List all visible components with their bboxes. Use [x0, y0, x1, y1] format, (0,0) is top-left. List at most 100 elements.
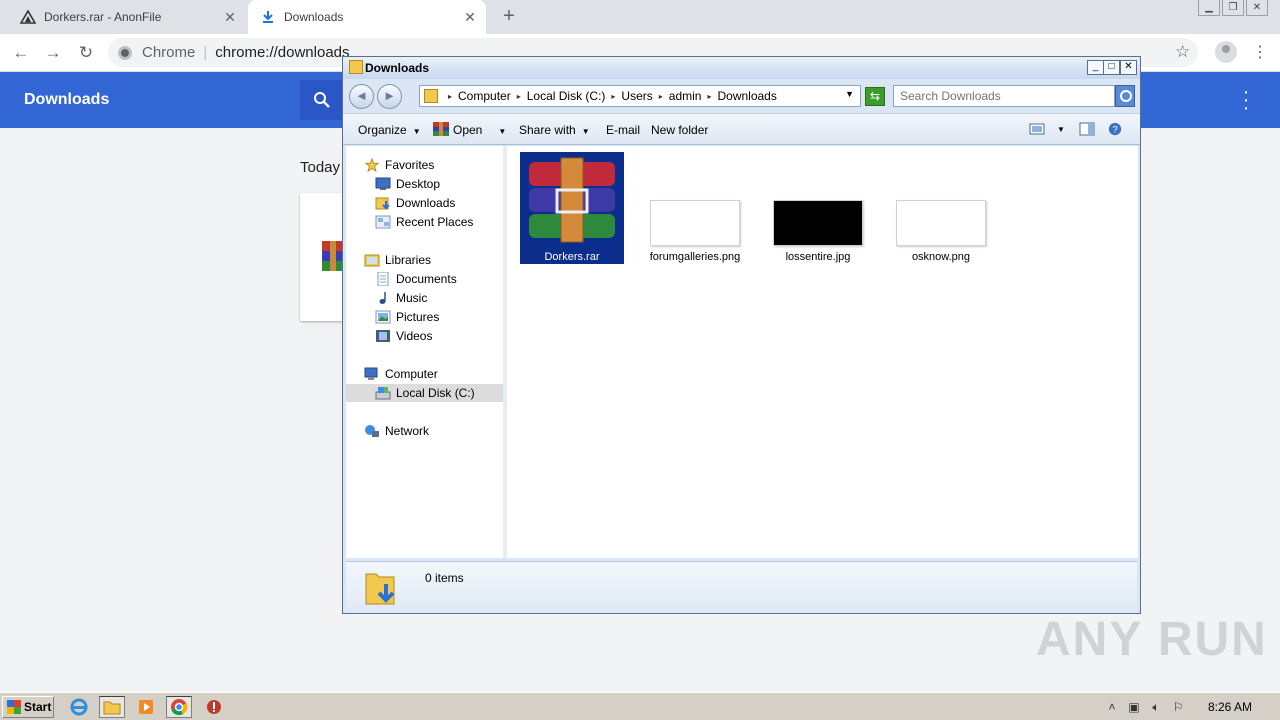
window-title: Downloads: [365, 61, 430, 75]
browser-window-controls: ▁ ❐ ✕: [1198, 0, 1268, 16]
back-arrow-icon[interactable]: ←: [10, 42, 32, 64]
restore-icon[interactable]: ❐: [1222, 0, 1244, 16]
breadcrumb-item[interactable]: Users: [621, 89, 652, 103]
file-item[interactable]: osknow.png: [889, 152, 993, 264]
breadcrumb[interactable]: ▸ Computer ▸ Local Disk (C:) ▸ Users ▸ a…: [419, 85, 861, 107]
nav-label: Computer: [385, 367, 438, 381]
forward-arrow-icon[interactable]: ►: [377, 84, 402, 109]
bookmark-star-icon[interactable]: ☆: [1175, 42, 1190, 62]
breadcrumb-item[interactable]: Computer: [458, 89, 511, 103]
tab-downloads[interactable]: Downloads ✕: [248, 0, 486, 34]
new-folder-button[interactable]: New folder: [651, 123, 708, 137]
breadcrumb-separator-icon: ▸: [611, 91, 616, 101]
file-item[interactable]: forumgalleries.png: [643, 152, 747, 264]
breadcrumb-item[interactable]: admin: [669, 89, 702, 103]
chevron-down-icon: ▼: [581, 127, 590, 136]
chevron-down-icon: ▼: [498, 127, 507, 136]
tab-title: Dorkers.rar - AnonFile: [44, 10, 162, 24]
breadcrumb-separator-icon: ▸: [448, 91, 453, 101]
maximize-button[interactable]: □: [1103, 60, 1120, 75]
clock[interactable]: 8:26 AM: [1208, 700, 1252, 714]
downloads-folder-icon: [375, 197, 390, 210]
nav-item-music[interactable]: Music: [375, 289, 427, 307]
nav-item-computer[interactable]: Computer: [364, 365, 438, 383]
file-item[interactable]: lossentire.jpg: [766, 152, 870, 264]
chrome-icon[interactable]: [166, 696, 192, 718]
nav-item-pictures[interactable]: Pictures: [375, 308, 439, 326]
anonfile-favicon-icon: [20, 9, 36, 25]
close-tab-icon[interactable]: ✕: [220, 9, 240, 26]
file-item[interactable]: Dorkers.rar: [520, 152, 624, 264]
folder-icon: [349, 60, 363, 74]
more-options-icon[interactable]: · · ·: [1238, 82, 1254, 118]
item-count: 0 items: [425, 571, 464, 585]
email-button[interactable]: E-mail: [606, 123, 640, 137]
nav-item-recent-places[interactable]: Recent Places: [375, 213, 473, 231]
nav-item-desktop[interactable]: Desktop: [375, 175, 440, 193]
nav-label: Local Disk (C:): [396, 386, 475, 400]
close-tab-icon[interactable]: ✕: [460, 9, 480, 26]
nav-item-documents[interactable]: Documents: [375, 270, 457, 288]
tab-anonfile[interactable]: Dorkers.rar - AnonFile ✕: [8, 0, 246, 34]
stop-sign-icon[interactable]: [201, 696, 227, 718]
new-tab-button[interactable]: +: [498, 6, 520, 28]
profile-avatar-icon[interactable]: [1215, 41, 1237, 63]
breadcrumb-item[interactable]: Local Disk (C:): [527, 89, 606, 103]
refresh-button[interactable]: ⇆: [865, 87, 885, 106]
help-icon[interactable]: ?: [1107, 122, 1123, 136]
close-button[interactable]: ✕: [1120, 60, 1137, 75]
share-with-label: Share with: [519, 123, 576, 137]
search-button[interactable]: [300, 80, 344, 120]
action-center-flag-icon[interactable]: ⚐: [1170, 700, 1186, 714]
explorer-taskbar-icon[interactable]: [99, 696, 125, 718]
minimize-button[interactable]: _: [1087, 60, 1104, 75]
change-view-icon[interactable]: [1029, 122, 1045, 136]
search-icon[interactable]: [1115, 85, 1135, 107]
nav-item-libraries[interactable]: Libraries: [364, 251, 431, 269]
show-hidden-icons-icon[interactable]: ˄: [1104, 700, 1120, 714]
forward-arrow-icon[interactable]: →: [42, 42, 64, 64]
share-with-button[interactable]: Share with ▼: [519, 123, 590, 137]
windows-logo-icon: [7, 700, 21, 714]
breadcrumb-item[interactable]: Downloads: [717, 89, 776, 103]
back-arrow-icon[interactable]: ◄: [349, 84, 374, 109]
organize-label: Organize: [358, 123, 407, 137]
svg-text:?: ?: [1112, 125, 1117, 136]
watermark-logo: ANY RUN: [1036, 613, 1268, 666]
chrome-menu-icon[interactable]: ⋮: [1252, 42, 1268, 62]
nav-item-favorites[interactable]: Favorites: [364, 156, 434, 174]
tab-title: Downloads: [284, 10, 344, 24]
open-button[interactable]: Open ▼: [453, 123, 506, 137]
search-input[interactable]: [893, 85, 1115, 107]
film-icon: [376, 330, 390, 342]
scheme-separator: |: [203, 44, 208, 61]
organize-button[interactable]: Organize ▼: [358, 123, 421, 137]
start-button[interactable]: Start: [2, 696, 54, 718]
explorer-title-bar[interactable]: Downloads _ □ ✕: [343, 57, 1140, 79]
nav-item-videos[interactable]: Videos: [375, 327, 432, 345]
pictures-icon: [375, 310, 391, 324]
winrar-icon: [433, 122, 449, 136]
preview-pane-icon[interactable]: [1079, 122, 1095, 136]
minimize-icon[interactable]: ▁: [1198, 0, 1220, 16]
media-player-icon[interactable]: [133, 696, 159, 718]
nav-label: Music: [396, 291, 428, 305]
libraries-icon: [364, 254, 380, 267]
nav-item-local-disk[interactable]: Local Disk (C:): [346, 384, 503, 402]
nav-item-network[interactable]: Network: [364, 422, 429, 440]
network-status-icon[interactable]: ▣: [1126, 700, 1142, 714]
nav-label: Favorites: [385, 158, 435, 172]
command-bar: Organize ▼ Open ▼ Share with ▼ E-mail New f…: [343, 113, 1140, 145]
nav-item-downloads[interactable]: Downloads: [375, 194, 455, 212]
internet-explorer-icon[interactable]: [66, 696, 92, 718]
reload-icon[interactable]: ↻: [75, 42, 97, 64]
downloads-folder-icon: [365, 573, 395, 605]
breadcrumb-separator-icon: ▸: [516, 91, 521, 101]
chevron-down-icon[interactable]: ▼: [1057, 125, 1065, 134]
volume-icon[interactable]: 🔈︎: [1148, 700, 1164, 714]
chevron-down-icon[interactable]: ▼: [845, 89, 854, 99]
file-name: forumgalleries.png: [649, 251, 741, 263]
music-note-icon: [379, 292, 386, 304]
close-icon[interactable]: ✕: [1246, 0, 1268, 16]
nav-label: Documents: [396, 272, 457, 286]
